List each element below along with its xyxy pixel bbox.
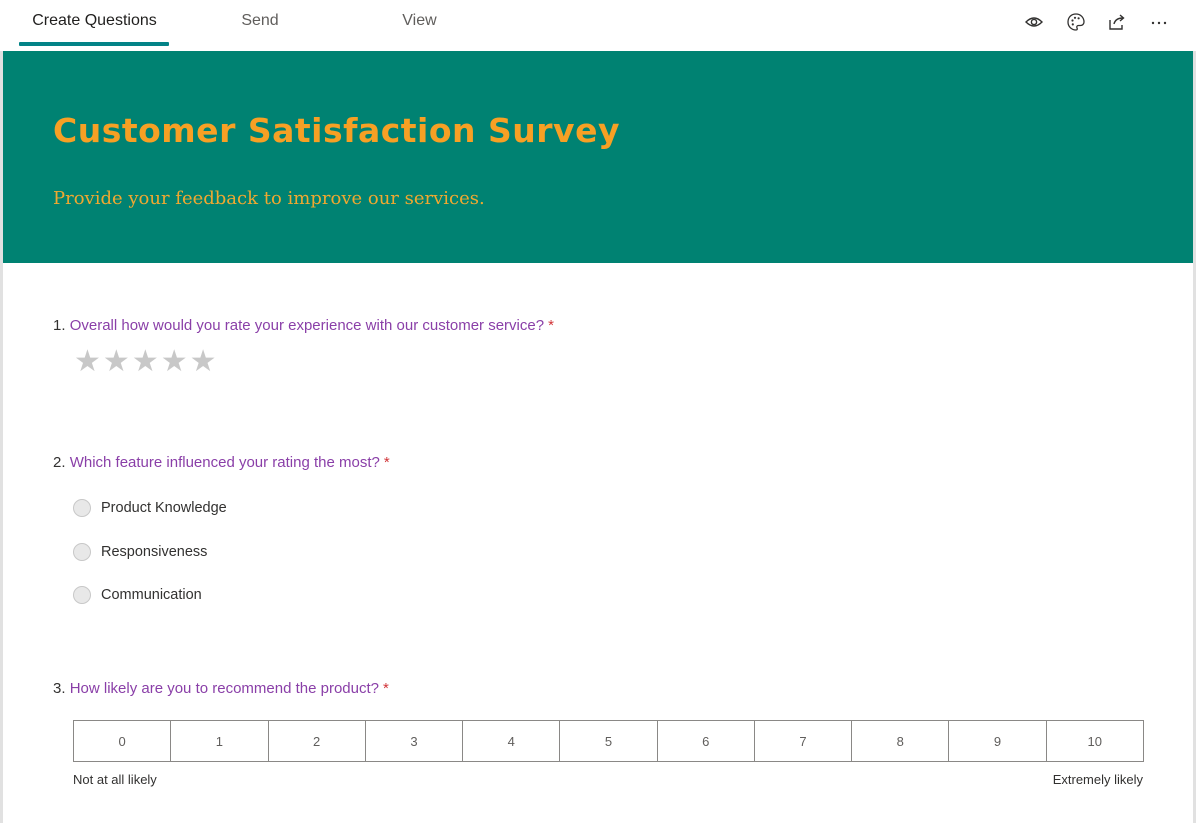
- top-nav-bar: Create Questions Send Survey View Respon…: [0, 0, 1196, 71]
- theme-palette-icon[interactable]: [1064, 10, 1088, 34]
- radio-button[interactable]: [73, 499, 91, 517]
- option-label: Product Knowledge: [101, 500, 227, 516]
- nps-option-2[interactable]: 2: [268, 721, 366, 761]
- tab-create-questions[interactable]: Create Questions: [29, 0, 160, 47]
- question-number: 3.: [53, 680, 66, 697]
- tab-view-responses[interactable]: View Responses: [361, 0, 478, 71]
- active-tab-indicator: [19, 42, 169, 46]
- question-text: Overall how would you rate your experien…: [69, 317, 545, 334]
- more-options-icon[interactable]: [1147, 10, 1171, 34]
- survey-subtitle[interactable]: Provide your feedback to improve our ser…: [53, 188, 485, 209]
- nps-option-1[interactable]: 1: [171, 721, 269, 761]
- survey-title[interactable]: Customer Satisfaction Survey: [53, 111, 620, 150]
- rating-stars: ★ ★ ★ ★ ★: [74, 347, 217, 377]
- tab-send-survey[interactable]: Send Survey: [215, 0, 305, 71]
- star-icon[interactable]: ★: [161, 347, 188, 377]
- required-mark: *: [383, 454, 390, 471]
- radio-button[interactable]: [73, 586, 91, 604]
- nps-option-8[interactable]: 8: [852, 721, 950, 761]
- required-mark: *: [383, 680, 389, 697]
- question-number: 1.: [53, 317, 66, 334]
- question-number: 2.: [53, 454, 66, 471]
- option-label: Communication: [101, 587, 202, 603]
- nps-option-5[interactable]: 5: [560, 721, 658, 761]
- star-icon[interactable]: ★: [132, 347, 159, 377]
- preview-eye-icon[interactable]: [1022, 10, 1046, 34]
- option-product-knowledge[interactable]: Product Knowledge: [73, 497, 227, 519]
- star-icon[interactable]: ★: [74, 347, 101, 377]
- star-icon[interactable]: ★: [190, 347, 217, 377]
- question-2-title[interactable]: 2. Which feature influenced your rating …: [53, 454, 390, 471]
- survey-header-banner: Customer Satisfaction Survey Provide you…: [3, 51, 1193, 263]
- nps-option-3[interactable]: 3: [365, 721, 464, 761]
- question-3-title[interactable]: 3. How likely are you to recommend the p…: [53, 680, 389, 697]
- nps-option-10[interactable]: 10: [1046, 721, 1143, 761]
- scale-low-label: Not at all likely: [73, 772, 157, 787]
- question-1-title[interactable]: 1. Overall how would you rate your exper…: [53, 317, 554, 334]
- nps-option-0[interactable]: 0: [74, 721, 172, 761]
- star-icon[interactable]: ★: [103, 347, 130, 377]
- nps-option-9[interactable]: 9: [949, 721, 1047, 761]
- nps-option-6[interactable]: 6: [657, 721, 755, 761]
- nps-option-7[interactable]: 7: [754, 721, 853, 761]
- option-responsiveness[interactable]: Responsiveness: [73, 541, 207, 563]
- scale-high-label: Extremely likely: [1052, 772, 1143, 787]
- question-text: How likely are you to recommend the prod…: [69, 680, 380, 697]
- share-icon[interactable]: [1105, 10, 1129, 34]
- option-label: Responsiveness: [101, 544, 208, 560]
- required-mark: *: [548, 317, 554, 334]
- nps-option-4[interactable]: 4: [463, 721, 561, 761]
- option-communication[interactable]: Communication: [73, 584, 202, 606]
- question-text: Which feature influenced your rating the…: [69, 454, 380, 471]
- radio-button[interactable]: [73, 543, 91, 561]
- nps-scale: 0 1 2 3 4 5 6 7 8 9 10: [73, 720, 1144, 762]
